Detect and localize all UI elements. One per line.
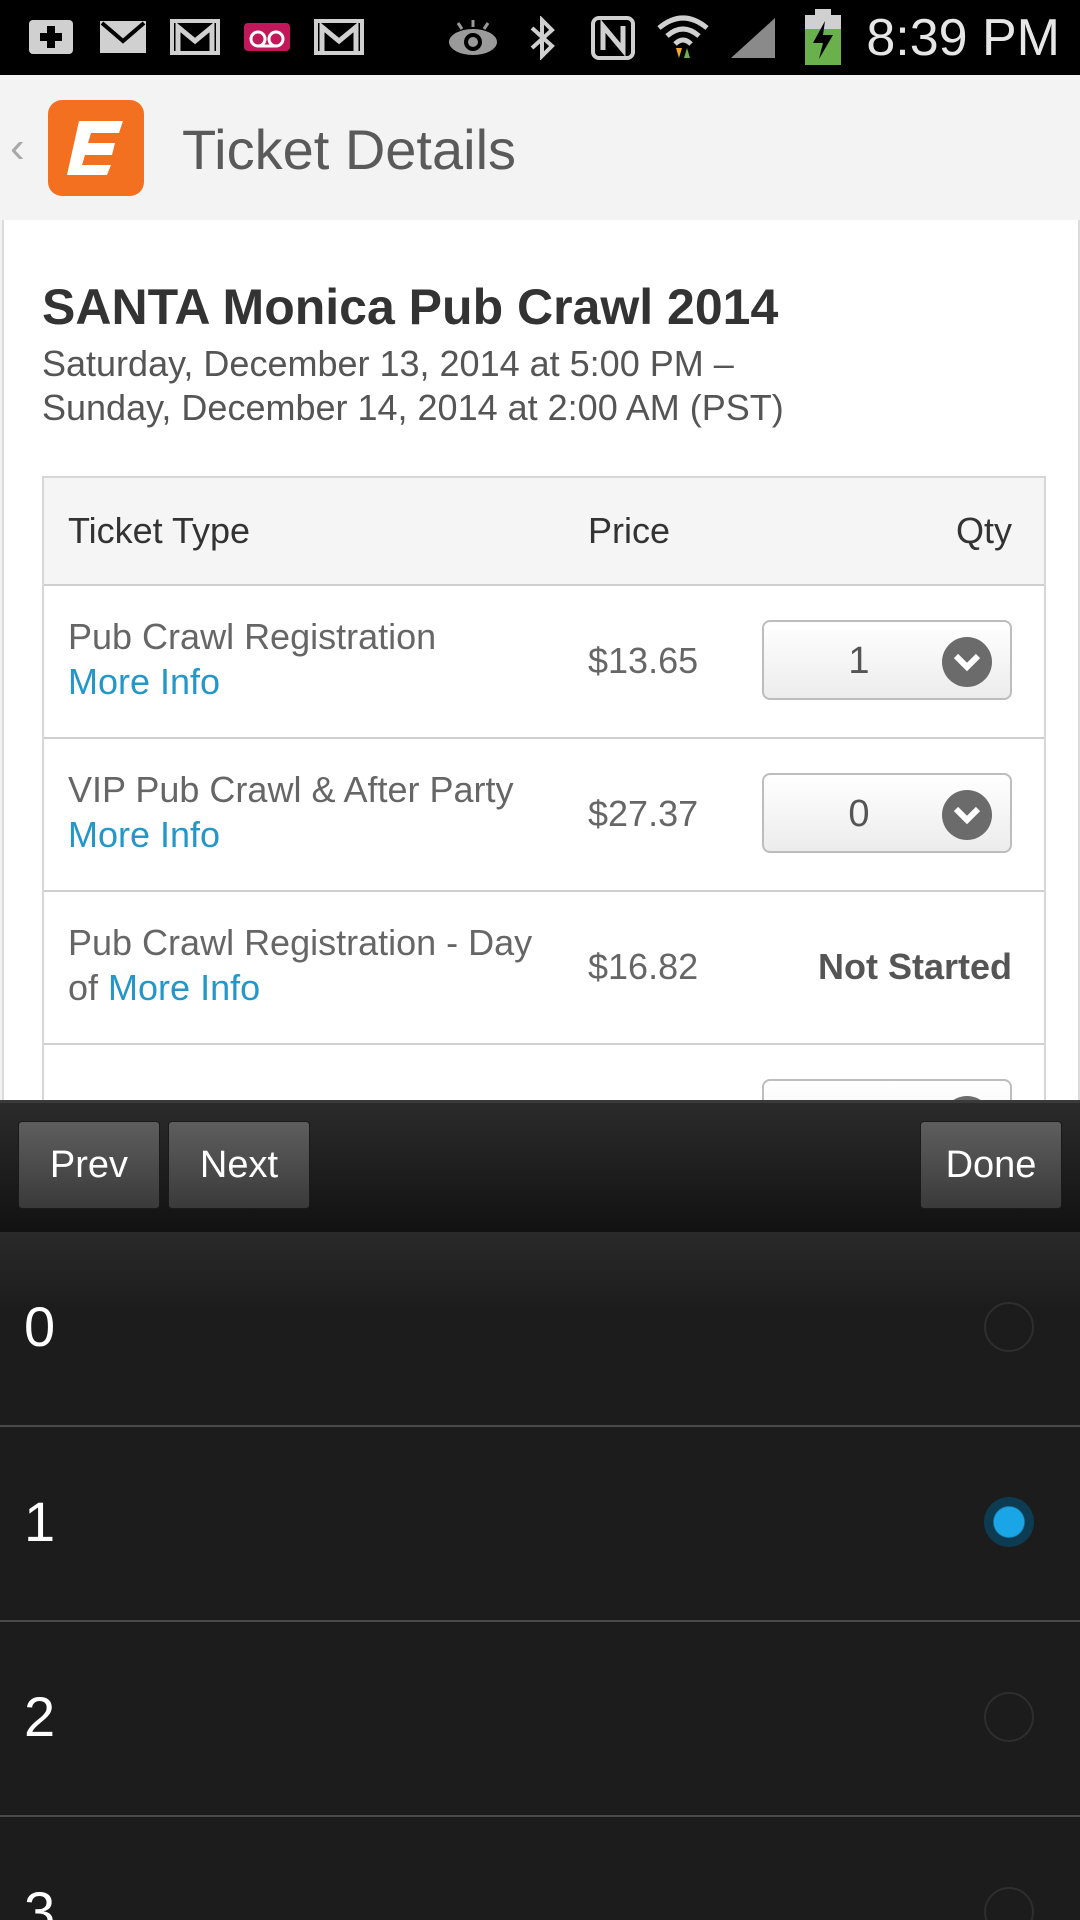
quantity-select[interactable] [762,1079,1012,1100]
ticket-name: VIP Pub Crawl & After Party More Info [68,767,548,857]
quantity-select[interactable]: 1 [762,620,1012,700]
table-row [44,1045,1044,1100]
quantity-picker: 0 1 2 3 [0,1232,1080,1920]
picker-option-label: 3 [24,1880,56,1920]
mail-icon [96,14,150,60]
bluetooth-icon [516,15,570,61]
wifi-icon [656,15,710,61]
radio-button[interactable] [984,1887,1034,1920]
nfc-icon [586,15,640,61]
more-info-link[interactable]: More Info [108,967,260,1008]
sales-status: Not Started [817,946,1012,987]
ticket-name: Pub Crawl Registration More Info [68,614,548,704]
radio-button-selected[interactable] [984,1497,1034,1547]
chevron-down-icon[interactable] [942,790,992,840]
quantity-value: 1 [848,640,870,682]
battery-charging-icon [796,9,850,65]
column-header-ticket-type: Ticket Type [68,510,251,551]
event-date-start: Saturday, December 13, 2014 at 5:00 PM – [42,343,734,384]
radio-button[interactable] [984,1692,1034,1742]
ticket-price: $13.65 [588,640,699,681]
picker-option[interactable]: 0 [0,1232,1080,1427]
status-time: 8:39 PM [866,9,1060,67]
ticket-name-text: Pub Crawl Registration [68,616,437,657]
action-bar: ‹ Ticket Details [0,75,1080,223]
gmail-icon [168,14,222,60]
quantity-value: 0 [848,793,870,835]
ticket-price: $16.82 [588,946,699,987]
ticket-name-text: VIP Pub Crawl & After Party [68,769,514,810]
prev-button[interactable]: Prev [18,1121,160,1209]
table-row: Pub Crawl Registration - Day of More Inf… [44,892,1044,1045]
ticket-name: Pub Crawl Registration - Day of More Inf… [68,920,548,1010]
signal-icon [726,15,780,61]
picker-option[interactable]: 1 [0,1427,1080,1622]
ticket-card: SANTA Monica Pub Crawl 2014 Saturday, De… [2,220,1080,1100]
picker-option[interactable]: 2 [0,1622,1080,1817]
picker-option[interactable]: 3 [0,1817,1080,1920]
table-row: Pub Crawl Registration More Info $13.65 … [44,586,1044,739]
plus-icon [24,14,78,60]
back-chevron-icon[interactable]: ‹ [10,123,25,173]
eventbrite-logo[interactable] [48,100,144,196]
more-info-link[interactable]: More Info [68,659,548,704]
table-row: VIP Pub Crawl & After Party More Info $2… [44,739,1044,892]
event-date-end: Sunday, December 14, 2014 at 2:00 AM (PS… [42,387,784,428]
ticket-table-header: Ticket Type Price Qty [44,478,1044,586]
event-title: SANTA Monica Pub Crawl 2014 [42,279,779,335]
picker-option-label: 1 [24,1490,56,1553]
more-info-link[interactable]: More Info [68,812,548,857]
form-navigation-bar: Prev Next Done [0,1100,1080,1235]
event-date: Saturday, December 13, 2014 at 5:00 PM –… [42,342,784,430]
radio-button[interactable] [984,1302,1034,1352]
ticket-table: Ticket Type Price Qty Pub Crawl Registra… [42,476,1046,1100]
picker-option-label: 2 [24,1685,56,1748]
eye-icon [446,15,500,61]
status-bar: 8:39 PM [0,0,1080,75]
ticket-content: SANTA Monica Pub Crawl 2014 Saturday, De… [0,220,1080,1100]
done-button[interactable]: Done [920,1121,1062,1209]
quantity-select[interactable]: 0 [762,773,1012,853]
picker-option-label: 0 [24,1295,56,1358]
column-header-price: Price [588,510,671,551]
ticket-price: $27.37 [588,793,699,834]
next-button[interactable]: Next [168,1121,310,1209]
chevron-down-icon[interactable] [942,637,992,687]
column-header-qty: Qty [955,510,1012,551]
gmail-icon [312,14,366,60]
page-title: Ticket Details [182,118,517,181]
voicemail-icon [240,14,294,60]
